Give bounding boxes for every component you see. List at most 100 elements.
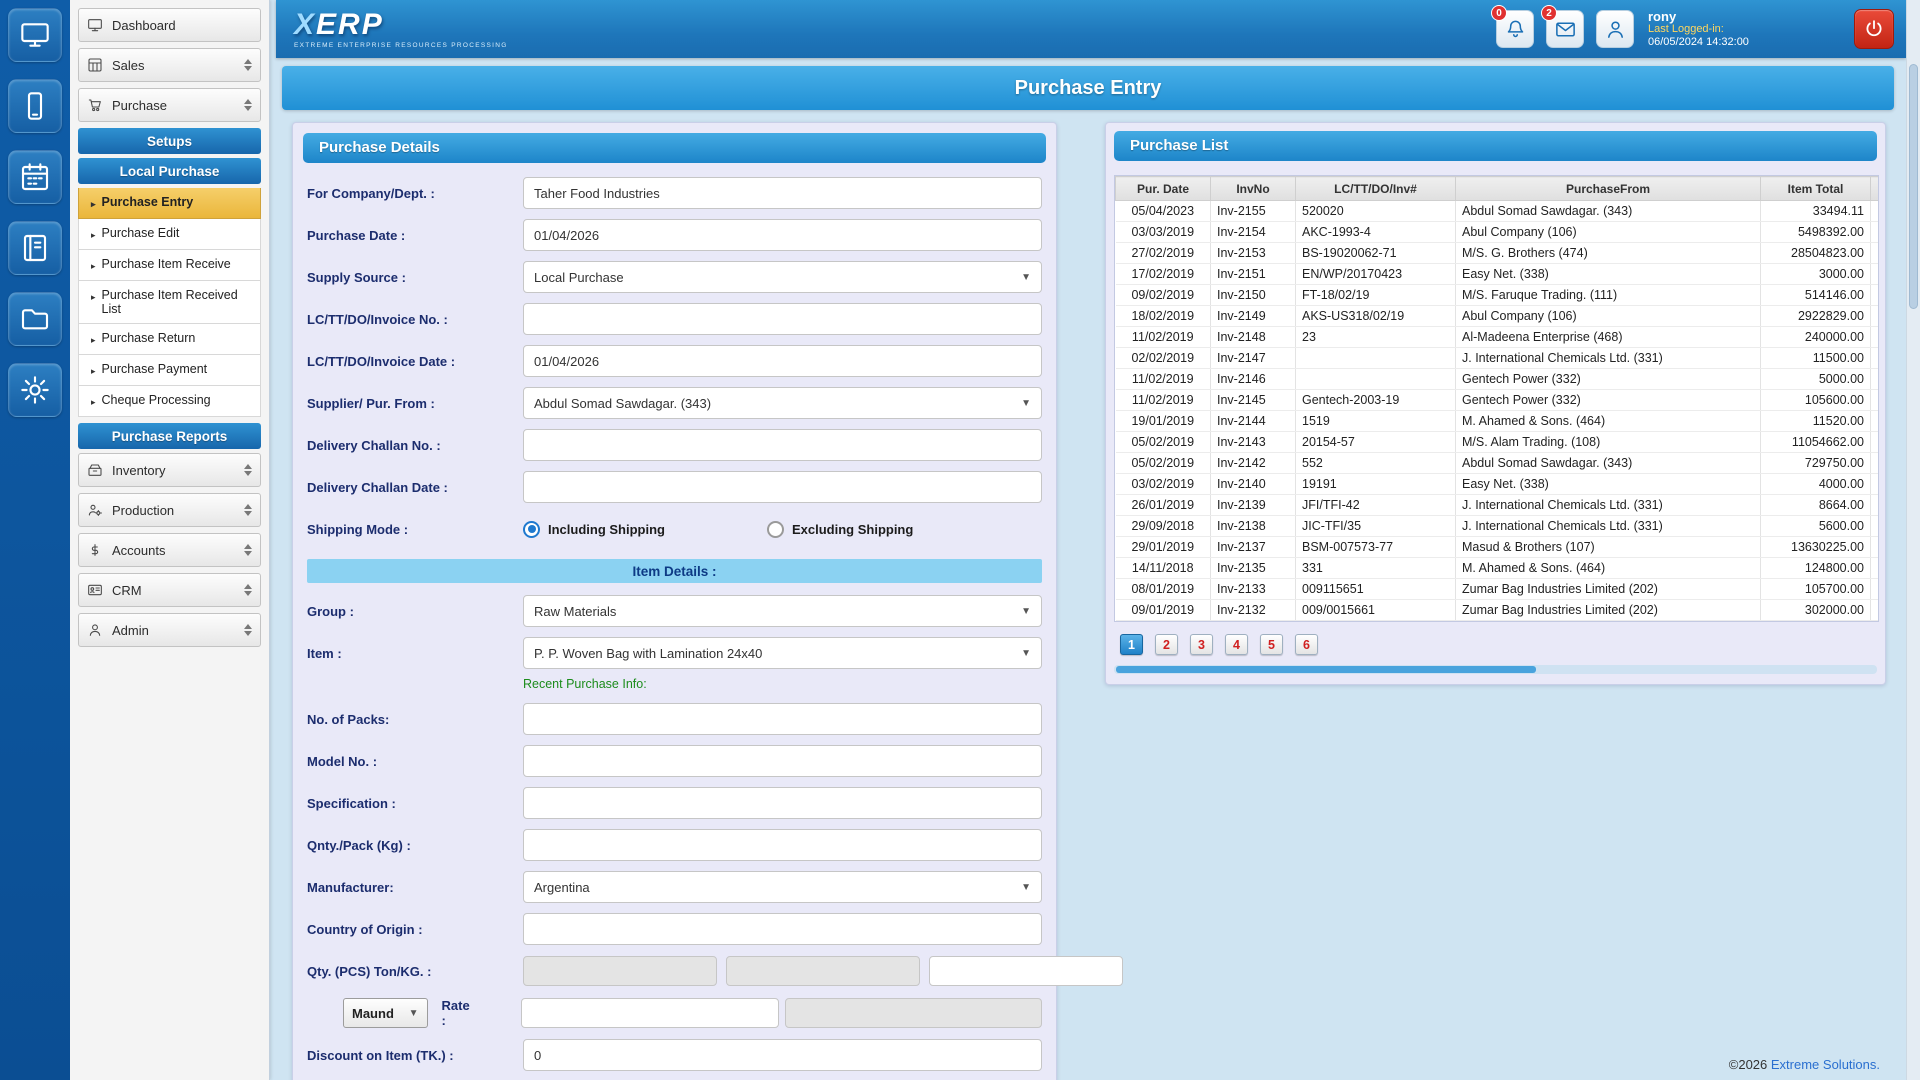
table-row[interactable]: 02/02/2019 Inv-2147 J. International Chemi… xyxy=(1115,347,1878,369)
specification-input[interactable] xyxy=(523,787,1042,819)
panels-row: Purchase Details For Company/Dept. : Pur… xyxy=(276,110,1906,1080)
excluding-shipping-radio[interactable] xyxy=(766,520,784,538)
table-row[interactable]: 27/02/2019 Inv-2153 BS-19020062-71 M/S. G. … xyxy=(1115,242,1878,264)
page-button-4[interactable]: 4 xyxy=(1225,634,1248,655)
bullet-icon: ▸ xyxy=(91,261,96,271)
table-cell xyxy=(1870,452,1878,474)
last-login-time: 06/05/2024 14:32:00 xyxy=(1648,35,1749,48)
table-row[interactable]: 18/02/2019 Inv-2149 AKS-US318/02/19 Abul Co… xyxy=(1115,305,1878,327)
user-avatar-button[interactable] xyxy=(1596,10,1634,48)
qnty-pack-input[interactable] xyxy=(523,829,1042,861)
table-row[interactable]: 09/01/2019 Inv-2132 009/0015661 Zumar Bag I… xyxy=(1115,599,1878,621)
table-row[interactable]: 29/01/2019 Inv-2137 BSM-007573-77 Masud & B… xyxy=(1115,536,1878,558)
page-vertical-scrollbar[interactable] xyxy=(1906,0,1920,1080)
page-button-6[interactable]: 6 xyxy=(1295,634,1318,655)
model-no-label: Model No. : xyxy=(307,753,378,769)
messages-button[interactable]: 2 xyxy=(1541,5,1584,48)
sidebar-item-dashboard[interactable]: Dashboard xyxy=(78,8,261,42)
supplier-select[interactable]: Abdul Somad Sawdagar. (343) ▼ xyxy=(523,387,1042,419)
table-cell: 3000.00 xyxy=(1760,263,1871,285)
sidebar-subitem-purchase-item-received-list[interactable]: ▸ Purchase Item Received List xyxy=(78,281,261,324)
scrollbar-thumb[interactable] xyxy=(1116,666,1536,673)
table-row[interactable]: 14/11/2018 Inv-2135 331 M. Ahamed & Sons. (… xyxy=(1115,557,1878,579)
sidebar-subitem-purchase-item-receive[interactable]: ▸ Purchase Item Receive xyxy=(78,250,261,281)
table-row[interactable]: 03/02/2019 Inv-2140 19191 Easy Net. (338) 40… xyxy=(1115,473,1878,495)
purchase-date-input[interactable] xyxy=(523,219,1042,251)
table-row[interactable]: 03/03/2019 Inv-2154 AKC-1993-4 Abul Company… xyxy=(1115,221,1878,243)
sidebar-subitem-cheque-processing[interactable]: ▸ Cheque Processing xyxy=(78,386,261,417)
page-button-5[interactable]: 5 xyxy=(1260,634,1283,655)
discount-input[interactable] xyxy=(523,1039,1042,1071)
expand-collapse-icon xyxy=(244,59,252,71)
sidebar-item-inventory[interactable]: Inventory xyxy=(78,453,261,487)
qty-input-3[interactable] xyxy=(929,956,1123,986)
company-input[interactable] xyxy=(523,177,1042,209)
rate-input[interactable] xyxy=(520,998,780,1028)
table-row[interactable]: 05/04/2023 Inv-2155 520020 Abdul Somad Sawd… xyxy=(1115,200,1878,222)
table-row[interactable]: 09/02/2019 Inv-2150 FT-18/02/19 M/S. Faruqu… xyxy=(1115,284,1878,306)
no-of-packs-input[interactable] xyxy=(523,703,1042,735)
top-header: XERP EXTREME ENTERPRISE RESOURCES PROCES… xyxy=(276,0,1906,58)
table-row[interactable]: 17/02/2019 Inv-2151 EN/WP/20170423 Easy Net… xyxy=(1115,263,1878,285)
challan-date-input[interactable] xyxy=(523,471,1042,503)
journal-icon[interactable] xyxy=(8,221,62,275)
country-of-origin-input[interactable] xyxy=(523,913,1042,945)
purchase-table-head-row: Pur. Date InvNo LC/TT/DO/Inv# PurchaseFrom I… xyxy=(1115,176,1878,201)
sidebar-subitem-purchase-return[interactable]: ▸ Purchase Return xyxy=(78,324,261,355)
sidebar-subitem-purchase-edit[interactable]: ▸ Purchase Edit xyxy=(78,219,261,250)
sidebar-item-crm[interactable]: CRM xyxy=(78,573,261,607)
monitor-icon[interactable] xyxy=(8,8,62,62)
notifications-button[interactable]: 0 xyxy=(1491,5,1534,48)
table-cell: 20154-57 xyxy=(1295,431,1456,453)
sidebar-item-accounts[interactable]: Accounts xyxy=(78,533,261,567)
sidebar-item-admin[interactable]: Admin xyxy=(78,613,261,647)
folder-icon[interactable] xyxy=(8,292,62,346)
table-cell: 03/02/2019 xyxy=(1115,473,1211,495)
table-row[interactable]: 11/02/2019 Inv-2148 23 Al-Madeena Enterpris… xyxy=(1115,326,1878,348)
table-row[interactable]: 19/01/2019 Inv-2144 1519 M. Ahamed & Sons. … xyxy=(1115,410,1878,432)
gear-icon[interactable] xyxy=(8,363,62,417)
item-select[interactable]: P. P. Woven Bag with Lamination 24x40 ▼ xyxy=(523,637,1042,669)
table-row[interactable]: 11/02/2019 Inv-2146 Gentech Power (332) 500… xyxy=(1115,368,1878,390)
page-button-1[interactable]: 1 xyxy=(1120,634,1143,655)
including-shipping-radio[interactable] xyxy=(523,520,540,538)
lc-invoice-no-input[interactable] xyxy=(523,303,1042,335)
logout-button[interactable] xyxy=(1854,9,1894,49)
challan-no-input[interactable] xyxy=(523,429,1042,461)
table-row[interactable]: 05/02/2019 Inv-2142 552 Abdul Somad Sawdaga… xyxy=(1115,452,1878,474)
sidebar-subitem-purchase-entry[interactable]: ▸ Purchase Entry xyxy=(78,188,261,219)
calendar-icon[interactable] xyxy=(8,150,62,204)
footer-copyright: ©2026 Extreme Solutions. xyxy=(1729,1057,1880,1072)
manufacturer-select[interactable]: Argentina ▼ xyxy=(523,871,1042,903)
table-row[interactable]: 11/02/2019 Inv-2145 Gentech-2003-19 Gentech… xyxy=(1115,389,1878,411)
table-row[interactable]: 29/09/2018 Inv-2138 JIC-TFI/35 J. Internati… xyxy=(1115,515,1878,537)
column-header-pur-date: Pur. Date xyxy=(1115,176,1211,201)
table-cell: Inv-2144 xyxy=(1210,410,1296,432)
sidebar-item-purchase[interactable]: Purchase xyxy=(78,88,261,122)
mobile-device-icon[interactable] xyxy=(8,79,62,133)
footer-link[interactable]: Extreme Solutions. xyxy=(1771,1057,1880,1072)
page-button-2[interactable]: 2 xyxy=(1155,634,1178,655)
table-cell xyxy=(1870,536,1878,558)
table-cell: 17/02/2019 xyxy=(1115,263,1211,285)
table-row[interactable]: 26/01/2019 Inv-2139 JFI/TFI-42 J. Internati… xyxy=(1115,494,1878,516)
model-no-input[interactable] xyxy=(523,745,1042,777)
supply-source-select[interactable]: Local Purchase ▼ xyxy=(523,261,1042,293)
sidebar-item-production[interactable]: Production xyxy=(78,493,261,527)
xerp-logo: XERP EXTREME ENTERPRISE RESOURCES PROCES… xyxy=(294,9,508,49)
sidebar-item-sales[interactable]: Sales xyxy=(78,48,261,82)
recent-purchase-info: Recent Purchase Info: xyxy=(523,677,647,691)
scrollbar-thumb[interactable] xyxy=(1909,64,1918,309)
page-button-3[interactable]: 3 xyxy=(1190,634,1213,655)
table-row[interactable]: 05/02/2019 Inv-2143 20154-57 M/S. Alam Trad… xyxy=(1115,431,1878,453)
table-cell xyxy=(1870,200,1878,222)
lc-invoice-date-input[interactable] xyxy=(523,345,1042,377)
table-horizontal-scrollbar[interactable] xyxy=(1114,665,1877,674)
table-cell: Inv-2143 xyxy=(1210,431,1296,453)
unit-select[interactable]: Maund ▼ xyxy=(343,998,428,1028)
table-cell: Inv-2139 xyxy=(1210,494,1296,516)
group-select[interactable]: Raw Materials ▼ xyxy=(523,595,1042,627)
sidebar-subitem-purchase-payment[interactable]: ▸ Purchase Payment xyxy=(78,355,261,386)
table-row[interactable]: 08/01/2019 Inv-2133 009115651 Zumar Bag Ind… xyxy=(1115,578,1878,600)
company-label: For Company/Dept. : xyxy=(307,185,435,201)
